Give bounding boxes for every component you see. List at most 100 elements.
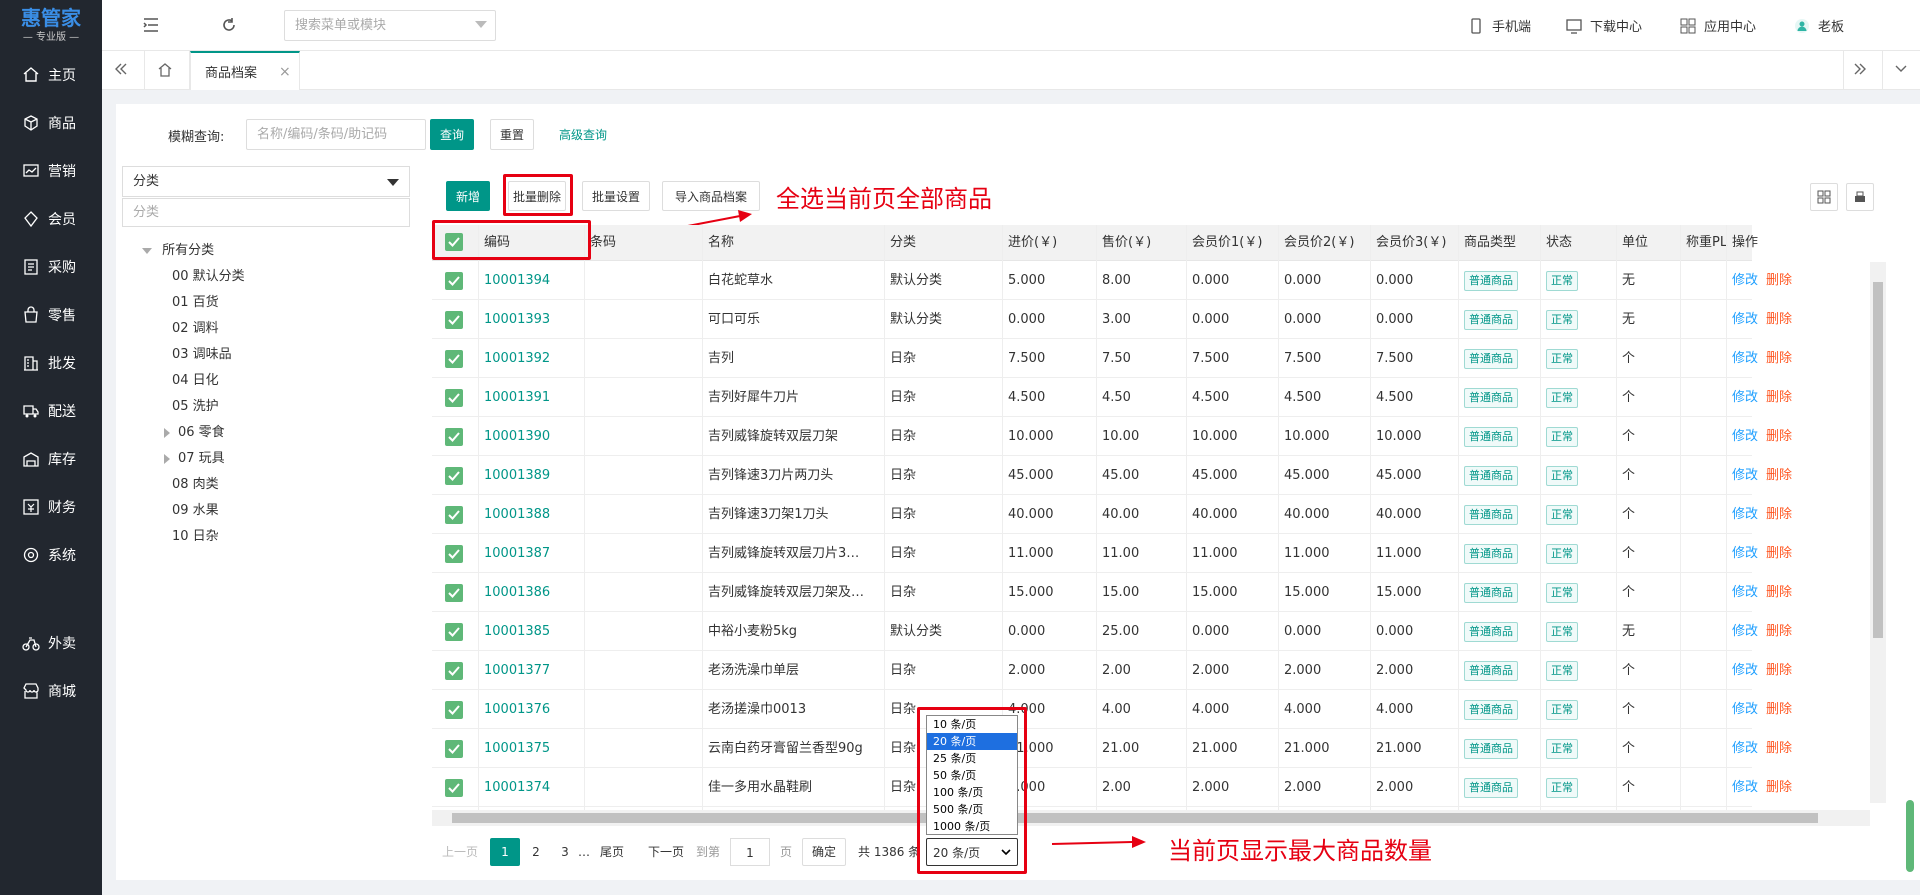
edit-link[interactable]: 修改 [1732, 312, 1758, 327]
vertical-scrollbar[interactable] [1870, 262, 1886, 803]
column-header[interactable]: 商品类型 [1458, 225, 1516, 261]
edit-link[interactable]: 修改 [1732, 585, 1758, 600]
column-header[interactable]: 会员价3(￥) [1370, 225, 1446, 261]
batch-set-button[interactable]: 批量设置 [582, 181, 650, 211]
tree-item[interactable]: 08 肉类 [172, 472, 219, 498]
column-header[interactable]: 分类 [884, 225, 916, 261]
column-header[interactable]: 售价(￥) [1096, 225, 1151, 261]
row-checkbox[interactable] [445, 272, 463, 290]
row-checkbox[interactable] [445, 779, 463, 797]
page-2-button[interactable]: 2 [530, 838, 542, 866]
tree-item[interactable]: 01 百货 [172, 290, 219, 316]
edit-link[interactable]: 修改 [1732, 351, 1758, 366]
column-settings-icon[interactable] [1810, 183, 1838, 211]
column-header[interactable]: 称重PL [1680, 225, 1727, 261]
column-header[interactable]: 操作 [1726, 225, 1758, 261]
tabs-scroll-left-icon[interactable] [110, 58, 132, 80]
tabs-menu-icon[interactable] [1890, 58, 1912, 80]
nav-item-4[interactable]: 采购 [0, 245, 102, 289]
edit-link[interactable]: 修改 [1732, 273, 1758, 288]
nav-item-7[interactable]: 配送 [0, 389, 102, 433]
tree-item[interactable]: 06 零食 [164, 420, 225, 446]
cell-code[interactable]: 10001385 [478, 612, 582, 651]
edit-link[interactable]: 修改 [1732, 702, 1758, 717]
row-checkbox[interactable] [445, 584, 463, 602]
cell-code[interactable]: 10001374 [478, 768, 582, 807]
nav-item-5[interactable]: 零售 [0, 293, 102, 337]
logo[interactable]: 惠管家 — 专业版 — [0, 0, 102, 51]
row-checkbox[interactable] [445, 701, 463, 719]
cell-code[interactable]: 10001389 [478, 456, 582, 495]
nav-item-9[interactable]: 财务 [0, 485, 102, 529]
delete-link[interactable]: 删除 [1766, 273, 1792, 288]
edit-link[interactable]: 修改 [1732, 468, 1758, 483]
goto-confirm-button[interactable]: 确定 [802, 838, 846, 866]
tree-item[interactable]: 02 调料 [172, 316, 219, 342]
tree-item[interactable]: 09 水果 [172, 498, 219, 524]
delete-link[interactable]: 删除 [1766, 429, 1792, 444]
add-button[interactable]: 新增 [446, 181, 490, 211]
tree-collapsed-icon[interactable] [164, 427, 170, 438]
delete-link[interactable]: 删除 [1766, 585, 1792, 600]
edit-link[interactable]: 修改 [1732, 390, 1758, 405]
edit-link[interactable]: 修改 [1732, 741, 1758, 756]
cell-code[interactable]: 10001388 [478, 495, 582, 534]
delete-link[interactable]: 删除 [1766, 780, 1792, 795]
fuzzy-query-input[interactable]: 名称/编码/条码/助记码 [246, 119, 426, 150]
tree-root-all[interactable]: 所有分类 [142, 238, 214, 264]
column-header[interactable]: 单位 [1616, 225, 1648, 261]
edit-link[interactable]: 修改 [1732, 507, 1758, 522]
column-header[interactable]: 会员价2(￥) [1278, 225, 1354, 261]
cell-code[interactable]: 10001377 [478, 651, 582, 690]
delete-link[interactable]: 删除 [1766, 546, 1792, 561]
topbar-item-2[interactable]: 应用中心 [1680, 16, 1756, 35]
nav-item-8[interactable]: 库存 [0, 437, 102, 481]
row-checkbox[interactable] [445, 350, 463, 368]
tab-product-archive[interactable]: 商品档案 × [190, 51, 300, 90]
last-page-link[interactable]: 尾页 [600, 838, 624, 866]
refresh-icon[interactable] [218, 14, 240, 36]
delete-link[interactable]: 删除 [1766, 741, 1792, 756]
cell-code[interactable]: 10001386 [478, 573, 582, 612]
print-icon[interactable] [1846, 183, 1874, 211]
edit-link[interactable]: 修改 [1732, 429, 1758, 444]
delete-link[interactable]: 删除 [1766, 468, 1792, 483]
reset-button[interactable]: 重置 [490, 119, 534, 150]
tree-item[interactable]: 10 日杂 [172, 524, 219, 550]
edit-link[interactable]: 修改 [1732, 624, 1758, 639]
row-checkbox[interactable] [445, 740, 463, 758]
nav-item-10[interactable]: 系统 [0, 533, 102, 577]
delete-link[interactable]: 删除 [1766, 390, 1792, 405]
tabs-scroll-right-icon[interactable] [1849, 58, 1871, 80]
page-scroll-indicator[interactable] [1906, 800, 1914, 872]
edit-link[interactable]: 修改 [1732, 663, 1758, 678]
menu-collapse-icon[interactable] [140, 14, 162, 36]
edit-link[interactable]: 修改 [1732, 780, 1758, 795]
delete-link[interactable]: 删除 [1766, 702, 1792, 717]
topbar-item-0[interactable]: 手机端 [1468, 16, 1531, 35]
row-checkbox[interactable] [445, 428, 463, 446]
horizontal-scrollbar[interactable] [432, 810, 1870, 826]
category-filter-input[interactable]: 分类 [122, 198, 410, 227]
advanced-query-link[interactable]: 高级查询 [559, 126, 607, 143]
home-tab-icon[interactable] [154, 58, 176, 80]
topbar-item-3[interactable]: 老板 [1794, 16, 1844, 35]
row-checkbox[interactable] [445, 389, 463, 407]
row-checkbox[interactable] [445, 662, 463, 680]
goto-page-input[interactable]: 1 [730, 838, 770, 866]
nav-item-2[interactable]: 营销 [0, 149, 102, 193]
cell-code[interactable]: 10001394 [478, 261, 582, 300]
edit-link[interactable]: 修改 [1732, 546, 1758, 561]
tree-item[interactable]: 07 玩具 [164, 446, 225, 472]
prev-page-link[interactable]: 上一页 [442, 838, 478, 866]
row-checkbox[interactable] [445, 506, 463, 524]
cell-code[interactable]: 10001375 [478, 729, 582, 768]
tree-item[interactable]: 05 洗护 [172, 394, 219, 420]
column-header[interactable]: 会员价1(￥) [1186, 225, 1262, 261]
cell-code[interactable]: 10001387 [478, 534, 582, 573]
cell-code[interactable]: 10001376 [478, 690, 582, 729]
tree-item[interactable]: 03 调味品 [172, 342, 232, 368]
menu-search-select[interactable]: 搜索菜单或模块 [284, 10, 496, 41]
nav-item-6[interactable]: 批发 [0, 341, 102, 385]
category-select[interactable]: 分类 [122, 166, 410, 197]
